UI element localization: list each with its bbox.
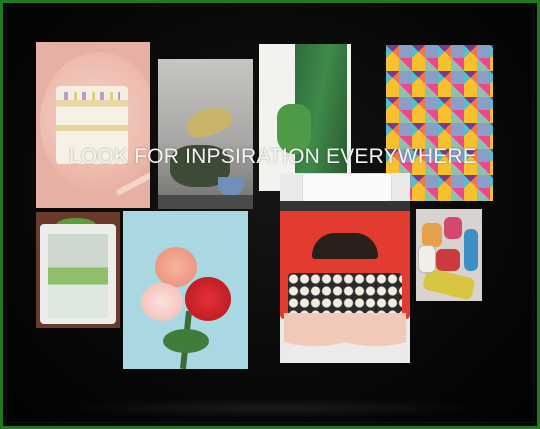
- white-spool: [418, 245, 436, 273]
- typing-hands: [284, 313, 406, 363]
- potted-plants-photo: [158, 59, 253, 209]
- thread-spools-photo: [416, 209, 482, 301]
- blue-spool: [464, 229, 478, 271]
- cabinet-window: [48, 234, 108, 318]
- headline-text: LOOK FOR INPSIRATION EVERYWHERE: [69, 145, 477, 168]
- flower-leaves: [163, 329, 209, 353]
- table-surface: [158, 195, 253, 209]
- cake-slice-photo: [36, 42, 150, 208]
- screen-glow: [63, 398, 483, 418]
- typewriter-roller: [280, 201, 410, 211]
- red-typewriter-photo: [280, 173, 410, 363]
- red-spool: [436, 249, 460, 271]
- plant-pot: [218, 177, 244, 195]
- pale-pink-peony: [141, 283, 183, 321]
- red-peony: [185, 277, 231, 321]
- peony-bouquet-photo: [123, 211, 248, 369]
- plant-leaf: [183, 102, 235, 142]
- pink-spool: [444, 217, 462, 239]
- typewriter-ribbon: [312, 233, 378, 259]
- coral-peony: [155, 247, 197, 287]
- display-screen: LOOK FOR INPSIRATION EVERYWHERE: [0, 0, 540, 429]
- cabinet-photo: [36, 212, 120, 328]
- orange-spool: [422, 223, 442, 247]
